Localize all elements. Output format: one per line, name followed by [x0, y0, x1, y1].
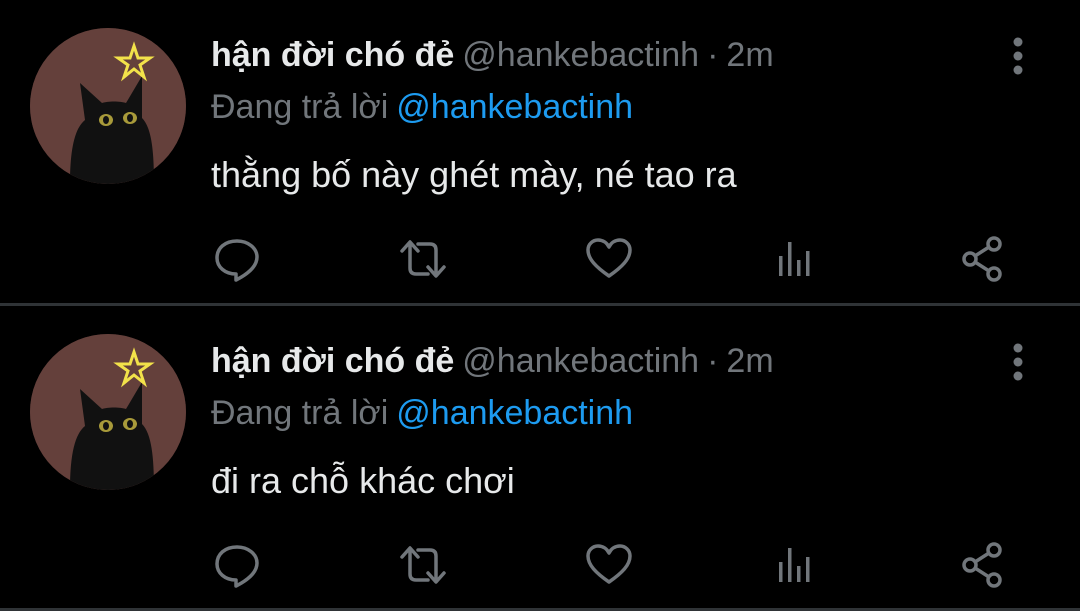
- reply-icon: [215, 239, 259, 282]
- replying-to-line: Đang trả lời @hankebactinh: [211, 391, 633, 435]
- reply-icon: [215, 545, 259, 588]
- like-button[interactable]: [584, 234, 634, 284]
- display-name[interactable]: hận đời chó đẻ: [211, 342, 454, 380]
- more-vertical-icon: [1013, 343, 1023, 381]
- analytics-icon: [779, 548, 810, 582]
- share-button[interactable]: [958, 540, 1008, 590]
- retweet-icon: [400, 240, 446, 278]
- timestamp[interactable]: 2m: [726, 36, 773, 74]
- share-button[interactable]: [958, 234, 1008, 284]
- black-cat-avatar-icon: [30, 28, 186, 184]
- like-button[interactable]: [584, 540, 634, 590]
- more-options-button[interactable]: [1000, 342, 1036, 382]
- user-handle[interactable]: @hankebactinh: [462, 36, 699, 74]
- tweet-actions: [0, 234, 1080, 284]
- timestamp[interactable]: 2m: [726, 342, 773, 380]
- replying-to-label: Đang trả lời: [211, 88, 389, 126]
- tweet-item[interactable]: hận đời chó đẻ @hankebactinh · 2m Đang trả …: [0, 0, 1080, 303]
- tweet-text: thằng bố này ghét mày, né tao ra: [211, 154, 737, 195]
- display-name[interactable]: hận đời chó đẻ: [211, 36, 454, 74]
- heart-icon: [586, 238, 632, 278]
- analytics-icon: [779, 242, 810, 276]
- more-vertical-icon: [1013, 37, 1023, 75]
- tweet-header: hận đời chó đẻ @hankebactinh · 2m: [211, 33, 774, 77]
- tweet-item[interactable]: hận đời chó đẻ @hankebactinh · 2m Đang trả …: [0, 306, 1080, 609]
- avatar[interactable]: [30, 28, 186, 184]
- reply-button[interactable]: [212, 540, 262, 590]
- black-cat-avatar-icon: [30, 334, 186, 490]
- heart-icon: [586, 544, 632, 584]
- separator-dot: ·: [707, 36, 719, 74]
- more-options-button[interactable]: [1000, 36, 1036, 76]
- avatar[interactable]: [30, 334, 186, 490]
- views-button[interactable]: [770, 234, 820, 284]
- replying-to-label: Đang trả lời: [211, 394, 389, 432]
- tweet-text: đi ra chỗ khác chơi: [211, 460, 515, 501]
- retweet-button[interactable]: [398, 540, 448, 590]
- views-button[interactable]: [770, 540, 820, 590]
- retweet-icon: [400, 546, 446, 584]
- user-handle[interactable]: @hankebactinh: [462, 342, 699, 380]
- replying-to-line: Đang trả lời @hankebactinh: [211, 85, 633, 129]
- tweet-header: hận đời chó đẻ @hankebactinh · 2m: [211, 339, 774, 383]
- retweet-button[interactable]: [398, 234, 448, 284]
- share-icon: [962, 236, 1002, 282]
- separator-dot: ·: [707, 342, 719, 380]
- reply-button[interactable]: [212, 234, 262, 284]
- share-icon: [962, 542, 1002, 588]
- tweet-actions: [0, 540, 1080, 590]
- reply-mention-link[interactable]: @hankebactinh: [396, 394, 633, 432]
- reply-mention-link[interactable]: @hankebactinh: [396, 88, 633, 126]
